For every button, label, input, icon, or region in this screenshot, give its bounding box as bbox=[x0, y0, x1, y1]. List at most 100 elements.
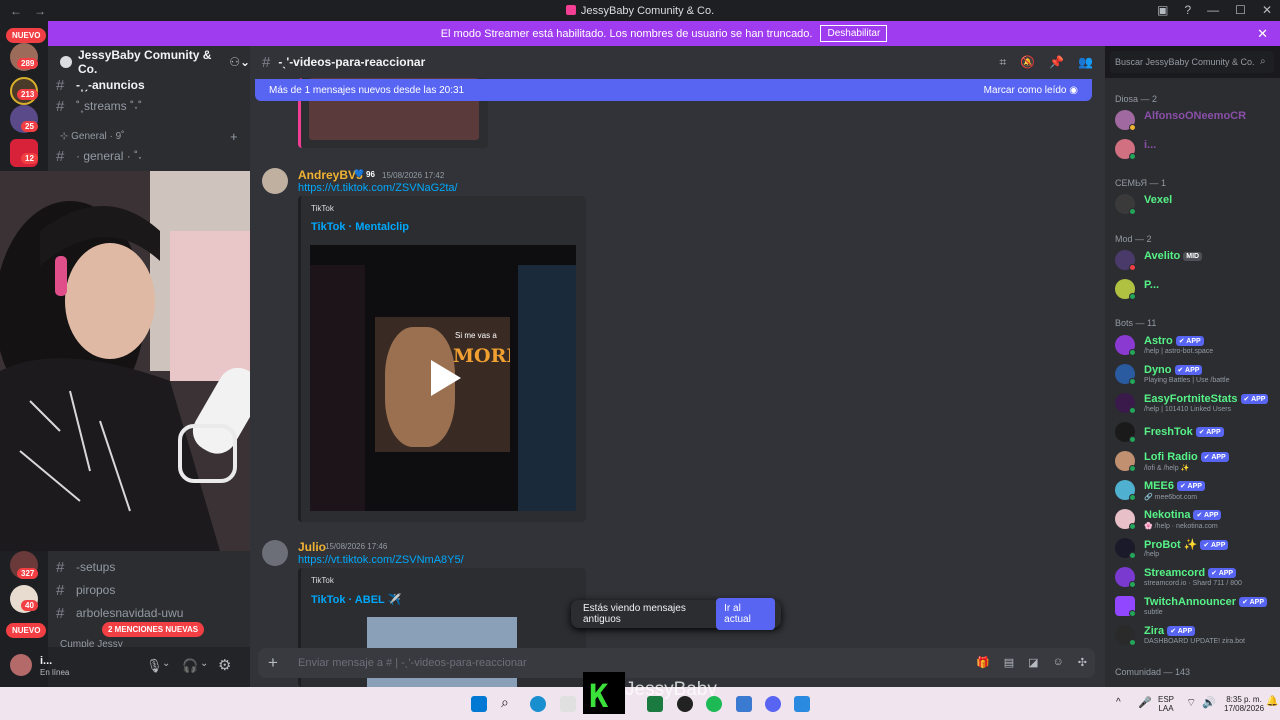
new-messages-bar[interactable]: Más de 1 mensajes nuevos desde las 20:31… bbox=[255, 79, 1092, 101]
member-item[interactable]: Avelito MID bbox=[1115, 248, 1275, 274]
wifi-icon[interactable]: ⌔ bbox=[1186, 696, 1196, 710]
chevron-down-icon[interactable]: ⌄ bbox=[162, 658, 170, 669]
bot-item[interactable]: MEE6 ✔ APP 🔗 mee6bot.com bbox=[1115, 478, 1275, 504]
inbox-icon[interactable]: ▣ bbox=[1157, 3, 1168, 17]
app-icon[interactable] bbox=[560, 696, 576, 712]
channel-setups[interactable]: # -setups bbox=[56, 558, 115, 576]
member-status: /help | astro-bot.space bbox=[1144, 348, 1214, 355]
bot-item[interactable]: Lofi Radio ✔ APP/lofi & /help ✨ bbox=[1115, 449, 1275, 475]
app-icon[interactable] bbox=[677, 696, 693, 712]
pin-icon[interactable]: 📌 bbox=[1049, 55, 1064, 70]
author-badge: 96 bbox=[366, 170, 375, 179]
gif-icon[interactable]: ▤ bbox=[1004, 656, 1014, 669]
message-link[interactable]: https://vt.tiktok.com/ZSVNaG2ta/ bbox=[298, 182, 458, 194]
app-badge: ✔ APP bbox=[1208, 568, 1237, 578]
member-name: i... bbox=[1144, 139, 1157, 151]
member-name: AlfonsoONeemoCR bbox=[1144, 110, 1247, 122]
embed-title[interactable]: TikTok · Mentalclip bbox=[311, 221, 409, 233]
minimize-icon[interactable]: — bbox=[1207, 3, 1219, 17]
member-name: Streamcord bbox=[1144, 567, 1206, 579]
bot-item[interactable]: Astro ✔ APP/help | astro-bot.space bbox=[1115, 333, 1275, 359]
channel-piropos[interactable]: # piropos bbox=[56, 581, 115, 599]
emoji-icon[interactable]: ☺ bbox=[1053, 656, 1064, 669]
close-banner-icon[interactable]: ✕ bbox=[1257, 26, 1268, 42]
bot-item[interactable]: TwitchAnnouncer ✔ APP subtle bbox=[1115, 594, 1275, 620]
category-general[interactable]: ⊹ General · 9˚ bbox=[60, 131, 125, 142]
author-name[interactable]: Julio bbox=[298, 540, 326, 554]
threads-icon[interactable]: ⌗ bbox=[999, 55, 1006, 70]
language-indicator[interactable]: ESP LAA bbox=[1158, 695, 1174, 713]
add-member-icon[interactable]: ⚇ bbox=[229, 55, 240, 69]
sticker-icon[interactable]: ◪ bbox=[1028, 656, 1038, 669]
app-icon[interactable] bbox=[736, 696, 752, 712]
member-item[interactable]: P... bbox=[1115, 277, 1275, 303]
mentions-pill[interactable]: 2 MENCIONES NUEVAS bbox=[102, 622, 205, 637]
avatar[interactable] bbox=[262, 540, 288, 566]
chevron-down-icon[interactable]: ⌄ bbox=[200, 658, 208, 669]
bot-item[interactable]: EasyFortniteStats ✔ APP/help | 101410 Lin… bbox=[1115, 391, 1275, 417]
composer-placeholder: Enviar mensaje a # | -ˎ'-videos-para-rea… bbox=[298, 657, 527, 669]
app-badge: ✔ APP bbox=[1239, 597, 1268, 607]
member-item[interactable]: AlfonsoONeemoCR bbox=[1115, 108, 1275, 134]
edge-icon[interactable] bbox=[530, 696, 546, 712]
app-icon[interactable] bbox=[794, 696, 810, 712]
webcam-overlay bbox=[0, 171, 276, 551]
member-group-title: Mod — 2 bbox=[1115, 234, 1152, 244]
search-input[interactable]: Buscar JessyBaby Comunity & Co. bbox=[1110, 51, 1274, 73]
embed-video[interactable]: Si me vas a MORIR bbox=[310, 245, 576, 511]
bot-item[interactable]: Nekotina ✔ APP 🌸 /help · nekotina.com bbox=[1115, 507, 1275, 533]
bot-item[interactable]: Dyno ✔ APP Playing Battles | Use /battle bbox=[1115, 362, 1275, 388]
volume-icon[interactable]: 🔊 bbox=[1202, 696, 1216, 709]
windows-start-icon[interactable] bbox=[471, 696, 487, 712]
member-item[interactable]: i... bbox=[1115, 137, 1275, 163]
avatar[interactable] bbox=[10, 654, 32, 676]
help-icon[interactable]: ? bbox=[1184, 3, 1191, 17]
member-item[interactable]: Vexel bbox=[1115, 192, 1275, 218]
microphone-icon[interactable]: 🎙 bbox=[146, 658, 163, 674]
author-name[interactable]: AndreyBV5 bbox=[298, 168, 363, 182]
disable-streamer-button[interactable]: Deshabilitar bbox=[820, 25, 888, 42]
bot-item[interactable]: Streamcord ✔ APP streamcord.io · Shard 711… bbox=[1115, 565, 1275, 591]
embed-title[interactable]: TikTok · ABEL ✈️ bbox=[311, 593, 401, 606]
member-status: /lofi & /help ✨ bbox=[1144, 465, 1190, 472]
bot-item[interactable]: Zira ✔ APP DASHBOARD UPDATE! zira.bot bbox=[1115, 623, 1275, 649]
members-icon[interactable]: 👥 bbox=[1078, 55, 1093, 70]
attach-plus-icon[interactable]: + bbox=[268, 653, 278, 673]
close-window-icon[interactable]: ✕ bbox=[1262, 3, 1272, 17]
search-icon[interactable]: ⌕ bbox=[501, 694, 517, 710]
notification-bell-icon[interactable]: 🔔 bbox=[1266, 696, 1278, 707]
clock[interactable]: 8:35 p. m. 17/08/2026 bbox=[1224, 695, 1264, 713]
jump-to-present-button[interactable]: Ir al actual bbox=[716, 598, 775, 630]
guild-header[interactable]: JessyBaby Comunity & Co. ⌄ ⚇ bbox=[48, 46, 250, 78]
discord-icon[interactable] bbox=[765, 696, 781, 712]
avatar[interactable] bbox=[262, 168, 288, 194]
spotify-icon[interactable] bbox=[706, 696, 722, 712]
member-group-title: Comunidad — 143 bbox=[1115, 667, 1191, 677]
app-icon[interactable] bbox=[647, 696, 663, 712]
mute-bell-icon[interactable]: 🔕 bbox=[1020, 55, 1035, 70]
add-channel-icon[interactable]: + bbox=[230, 129, 238, 144]
tray-mic-icon[interactable]: 🎤 bbox=[1138, 696, 1152, 709]
message-composer[interactable]: + Enviar mensaje a # | -ˎ'-videos-para-r… bbox=[258, 648, 1095, 678]
channel-streams[interactable]: # ˚˳streams ˚˖˚ bbox=[56, 97, 142, 115]
headphones-icon[interactable]: 🎧 bbox=[182, 658, 198, 674]
bot-item[interactable]: ProBot ✨ ✔ APP/help bbox=[1115, 536, 1275, 562]
mark-read-button[interactable]: Marcar como leído ◉ bbox=[984, 85, 1078, 96]
channel-arboles[interactable]: # arbolesnavidad-uwu bbox=[56, 604, 183, 622]
member-name: Lofi Radio bbox=[1144, 451, 1198, 463]
tray-chevron-icon[interactable]: ^ bbox=[1116, 697, 1121, 708]
online-status-icon bbox=[1129, 436, 1136, 443]
new-unreads-pill[interactable]: NUEVO bbox=[6, 28, 47, 43]
hash-icon: # bbox=[56, 581, 65, 599]
message-link[interactable]: https://vt.tiktok.com/ZSVNmA8Y5/ bbox=[298, 554, 464, 566]
play-icon[interactable] bbox=[431, 360, 461, 396]
hash-icon: # bbox=[262, 53, 271, 71]
maximize-icon[interactable]: ☐ bbox=[1235, 3, 1246, 17]
gift-icon[interactable]: 🎁 bbox=[976, 656, 990, 669]
new-unreads-pill-bottom[interactable]: NUEVO bbox=[6, 623, 47, 638]
gear-icon[interactable]: ⚙ bbox=[218, 656, 231, 674]
channel-anuncios[interactable]: # -˳ˏ-anuncios bbox=[56, 76, 145, 94]
apps-icon[interactable]: ✣ bbox=[1078, 656, 1087, 669]
bot-item[interactable]: FreshTok ✔ APP bbox=[1115, 420, 1275, 446]
channel-general[interactable]: # · general · ˚˖ bbox=[56, 147, 142, 165]
